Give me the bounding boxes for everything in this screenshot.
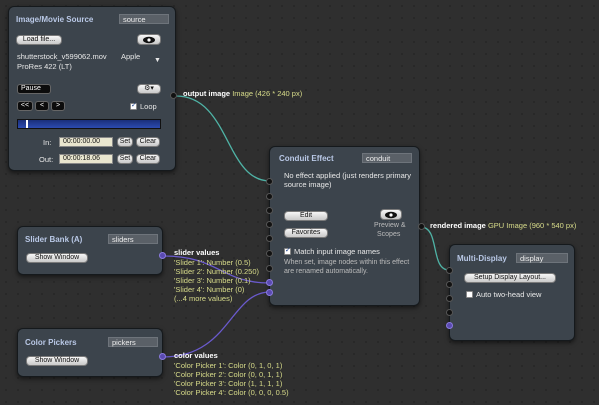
prev-frame-button[interactable]: < bbox=[35, 101, 49, 111]
eye-icon bbox=[143, 36, 155, 44]
effect-description: No effect applied (just renders primary … bbox=[284, 171, 412, 189]
match-names-help: When set, image nodes within this effect… bbox=[284, 259, 410, 275]
slider-value-3: 'Slider 3': Number (0.1) bbox=[174, 276, 251, 285]
rendered-image-port[interactable] bbox=[418, 223, 425, 230]
conduit-input-port[interactable] bbox=[266, 265, 273, 272]
identifier-field[interactable]: display bbox=[516, 253, 568, 263]
in-label: In: bbox=[43, 138, 52, 147]
timeline-scrubber[interactable] bbox=[17, 119, 161, 129]
wire-output-image bbox=[175, 95, 271, 182]
rendered-image-label: rendered image GPU Image (960 * 540 px) bbox=[430, 221, 576, 230]
color-pickers-node[interactable]: Color Pickers pickers Show Window bbox=[17, 328, 163, 377]
output-image-port[interactable] bbox=[170, 92, 177, 99]
identifier-field[interactable]: pickers bbox=[108, 337, 158, 347]
loop-label: Loop bbox=[140, 102, 157, 111]
in-time-field[interactable]: 00:00:00.00 bbox=[59, 137, 113, 147]
eye-icon bbox=[385, 211, 397, 219]
setup-display-layout-button[interactable]: Setup Display Layout... bbox=[464, 273, 556, 283]
color-values-port[interactable] bbox=[159, 353, 166, 360]
identifier-field[interactable]: sliders bbox=[108, 234, 158, 244]
port-name: output image bbox=[183, 89, 231, 98]
edit-button[interactable]: Edit bbox=[284, 211, 328, 221]
color-value-1: 'Color Picker 1': Color (0, 1, 0, 1) bbox=[174, 361, 283, 370]
pause-button[interactable]: Pause bbox=[17, 84, 51, 94]
dropdown-arrow-icon[interactable]: ▼ bbox=[154, 57, 161, 64]
conduit-input-port[interactable] bbox=[266, 235, 273, 242]
favorites-button[interactable]: Favorites bbox=[284, 228, 328, 238]
conduit-input-port[interactable] bbox=[266, 279, 273, 286]
wire-rendered-image bbox=[420, 226, 450, 271]
rewind-button[interactable]: << bbox=[17, 101, 33, 111]
conduit-input-port[interactable] bbox=[266, 207, 273, 214]
filename-text: shutterstock_v599062.mov bbox=[17, 52, 107, 61]
identifier-field[interactable]: conduit bbox=[362, 153, 412, 163]
loop-checkbox[interactable] bbox=[130, 101, 137, 110]
slider-more-values: (...4 more values) bbox=[174, 294, 233, 303]
node-title: Image/Movie Source bbox=[16, 15, 94, 24]
port-name: rendered image bbox=[430, 221, 486, 230]
preview-scopes-button[interactable] bbox=[380, 209, 402, 220]
slider-bank-node[interactable]: Slider Bank (A) sliders Show Window bbox=[17, 226, 163, 275]
gear-icon: ⚙▾ bbox=[144, 85, 154, 92]
color-values-label: color values bbox=[174, 351, 218, 360]
slider-value-1: 'Slider 1': Number (0.5) bbox=[174, 258, 251, 267]
display-input-port[interactable] bbox=[446, 322, 453, 329]
show-window-button[interactable]: Show Window bbox=[26, 253, 88, 263]
options-button[interactable]: ⚙▾ bbox=[137, 84, 161, 94]
identifier-field[interactable]: source bbox=[119, 14, 169, 24]
conduit-input-port[interactable] bbox=[266, 221, 273, 228]
port-value: Image (426 * 240 px) bbox=[232, 89, 303, 98]
color-value-3: 'Color Picker 3': Color (1, 1, 1, 1) bbox=[174, 379, 283, 388]
display-input-port[interactable] bbox=[446, 267, 453, 274]
load-file-button[interactable]: Load file... bbox=[16, 35, 62, 45]
display-input-port[interactable] bbox=[446, 295, 453, 302]
slider-values-label: slider values bbox=[174, 248, 220, 257]
conduit-input-port[interactable] bbox=[266, 289, 273, 296]
node-title: Slider Bank (A) bbox=[25, 235, 83, 244]
port-value: GPU Image (960 * 540 px) bbox=[487, 221, 577, 230]
show-window-button[interactable]: Show Window bbox=[26, 356, 88, 366]
display-input-port[interactable] bbox=[446, 309, 453, 316]
conduit-effect-node[interactable]: Conduit Effect conduit No effect applied… bbox=[269, 146, 420, 306]
out-time-field[interactable]: 00:00:18.06 bbox=[59, 154, 113, 164]
slider-value-4: 'Slider 4': Number (0) bbox=[174, 285, 245, 294]
auto-two-head-label: Auto two-head view bbox=[476, 290, 542, 299]
in-set-button[interactable]: Set bbox=[117, 137, 133, 147]
image-source-node[interactable]: Image/Movie Source source Load file... s… bbox=[8, 6, 176, 171]
color-value-2: 'Color Picker 2': Color (0, 0, 1, 1) bbox=[174, 370, 283, 379]
display-input-port[interactable] bbox=[446, 281, 453, 288]
next-frame-button[interactable]: > bbox=[51, 101, 65, 111]
scopes-label: Scopes bbox=[377, 231, 401, 238]
output-image-label: output image Image (426 * 240 px) bbox=[183, 89, 302, 98]
out-clear-button[interactable]: Clear bbox=[136, 154, 160, 164]
codec-text-2: ProRes 422 (LT) bbox=[17, 62, 72, 71]
node-title: Conduit Effect bbox=[279, 154, 334, 163]
color-value-4: 'Color Picker 4': Color (0, 0, 0, 0.5) bbox=[174, 388, 289, 397]
preview-button[interactable] bbox=[137, 34, 161, 45]
slider-value-2: 'Slider 2': Number (0.250) bbox=[174, 267, 259, 276]
auto-two-head-checkbox[interactable] bbox=[466, 291, 473, 298]
multi-display-node[interactable]: Multi-Display display Setup Display Layo… bbox=[449, 244, 575, 341]
codec-text: Apple bbox=[121, 52, 141, 61]
conduit-input-port[interactable] bbox=[266, 193, 273, 200]
match-names-checkbox[interactable] bbox=[284, 246, 291, 255]
match-names-label: Match input image names bbox=[294, 247, 380, 256]
node-title: Multi-Display bbox=[457, 254, 507, 263]
scrubber-handle[interactable] bbox=[26, 120, 28, 128]
conduit-input-port[interactable] bbox=[266, 250, 273, 257]
node-title: Color Pickers bbox=[25, 338, 77, 347]
preview-label: Preview & bbox=[374, 222, 406, 229]
slider-values-port[interactable] bbox=[159, 252, 166, 259]
out-set-button[interactable]: Set bbox=[117, 154, 133, 164]
out-label: Out: bbox=[39, 155, 54, 164]
in-clear-button[interactable]: Clear bbox=[136, 137, 160, 147]
conduit-input-port[interactable] bbox=[266, 178, 273, 185]
